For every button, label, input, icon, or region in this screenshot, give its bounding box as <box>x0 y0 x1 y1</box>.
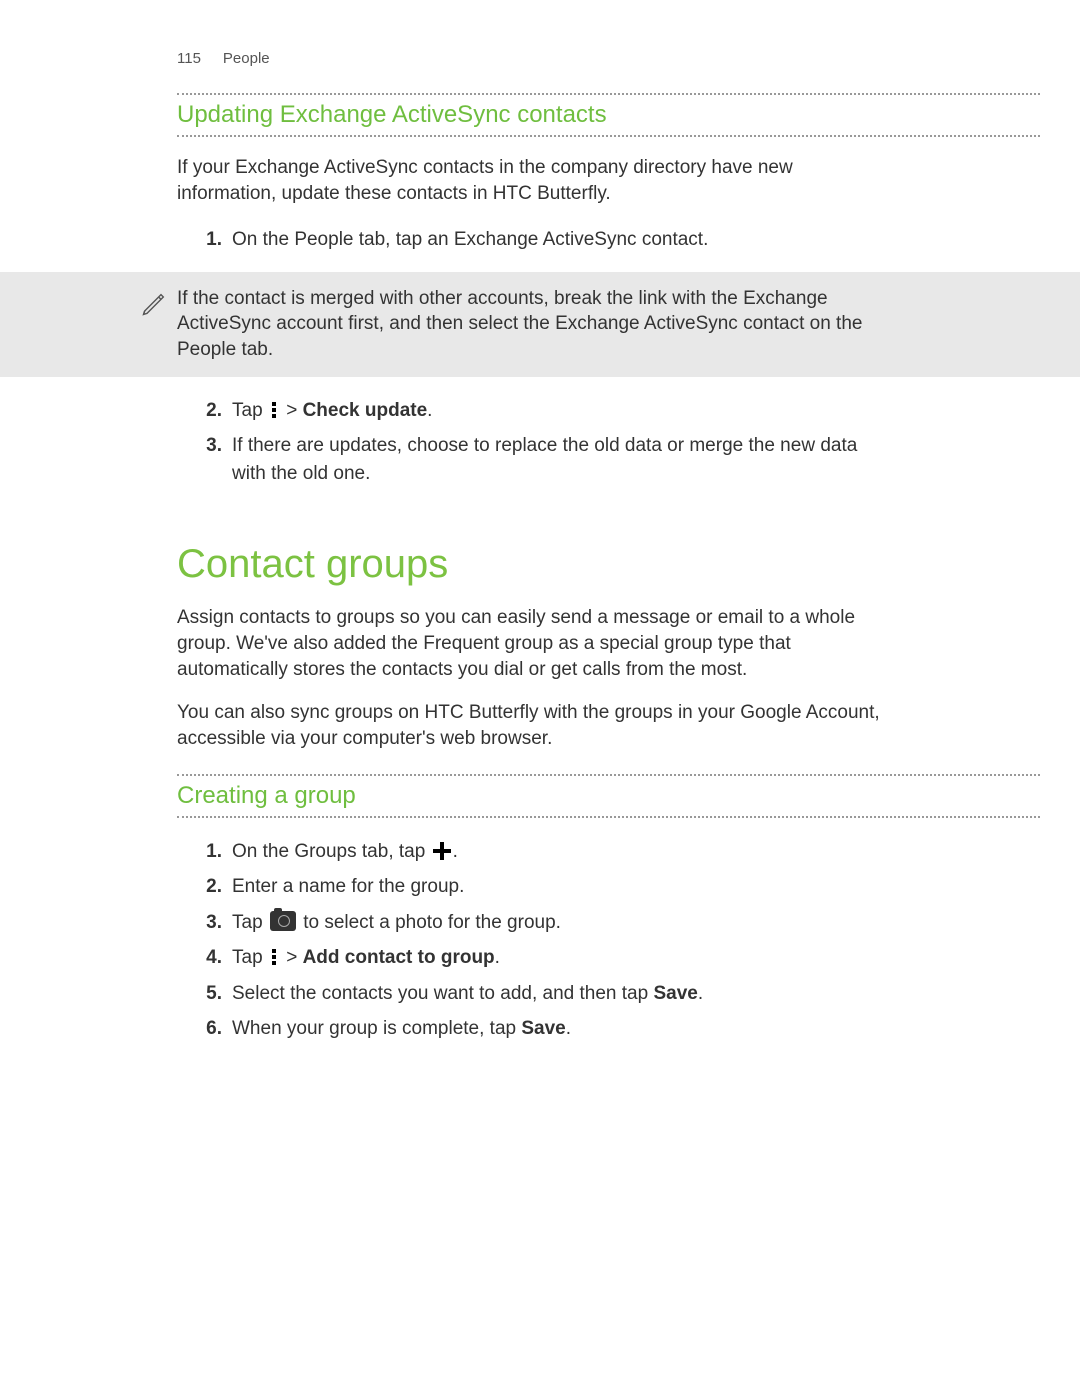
document-page: 115 People Updating Exchange ActiveSync … <box>0 0 1080 1043</box>
paragraph: Assign contacts to groups so you can eas… <box>177 605 890 682</box>
steps-list-2: 1. On the Groups tab, tap . 2. Enter a n… <box>200 838 890 1043</box>
list-number: 3. <box>200 432 222 460</box>
intro-text: If your Exchange ActiveSync contacts in … <box>177 155 890 206</box>
step-text: Select the contacts you want to add, and… <box>232 980 890 1008</box>
list-number: 3. <box>200 909 222 937</box>
list-item: 2. Tap > Check update. <box>200 397 890 425</box>
list-number: 2. <box>200 397 222 425</box>
more-icon <box>270 947 279 965</box>
heading-creating-group: Creating a group <box>177 776 1040 816</box>
step-text: Tap to select a photo for the group. <box>232 909 890 937</box>
step-text: Tap > Check update. <box>232 397 890 425</box>
list-item: 1. On the People tab, tap an Exchange Ac… <box>200 226 890 254</box>
list-item: 3. If there are updates, choose to repla… <box>200 432 890 487</box>
list-item: 2. Enter a name for the group. <box>200 873 890 901</box>
list-number: 6. <box>200 1015 222 1043</box>
more-icon <box>270 400 279 418</box>
list-number: 4. <box>200 944 222 972</box>
page-number: 115 <box>177 50 201 67</box>
list-number: 1. <box>200 226 222 254</box>
step-text: On the Groups tab, tap . <box>232 838 890 866</box>
step-text: When your group is complete, tap Save. <box>232 1015 890 1043</box>
list-item: 4. Tap > Add contact to group. <box>200 944 890 972</box>
step-text: Enter a name for the group. <box>232 873 890 901</box>
list-number: 1. <box>200 838 222 866</box>
list-item: 6. When your group is complete, tap Save… <box>200 1015 890 1043</box>
note-callout: If the contact is merged with other acco… <box>0 272 1080 377</box>
steps-list-1b: 2. Tap > Check update. 3. If there are u… <box>200 397 890 488</box>
note-text: If the contact is merged with other acco… <box>177 286 890 363</box>
list-item: 5. Select the contacts you want to add, … <box>200 980 890 1008</box>
section-name: People <box>223 50 270 67</box>
list-number: 2. <box>200 873 222 901</box>
page-header: 115 People <box>0 50 1080 67</box>
step-text: On the People tab, tap an Exchange Activ… <box>232 226 890 254</box>
heading-contact-groups: Contact groups <box>177 542 1080 587</box>
step-text: Tap > Add contact to group. <box>232 944 890 972</box>
step-text: If there are updates, choose to replace … <box>232 432 890 487</box>
camera-icon <box>270 911 296 931</box>
steps-list-1a: 1. On the People tab, tap an Exchange Ac… <box>200 226 890 254</box>
list-number: 5. <box>200 980 222 1008</box>
paragraph: You can also sync groups on HTC Butterfl… <box>177 700 890 751</box>
list-item: 3. Tap to select a photo for the group. <box>200 909 890 937</box>
separator <box>177 816 1040 818</box>
list-item: 1. On the Groups tab, tap . <box>200 838 890 866</box>
plus-icon <box>433 842 451 860</box>
heading-updating: Updating Exchange ActiveSync contacts <box>177 95 1040 135</box>
pencil-icon <box>140 290 168 326</box>
separator <box>177 135 1040 137</box>
